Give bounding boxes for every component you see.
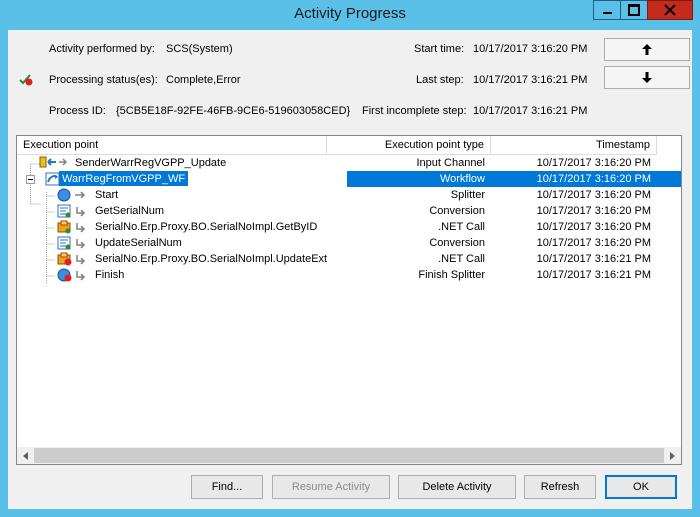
- previous-step-button[interactable]: [604, 38, 690, 61]
- scroll-left-button[interactable]: [17, 447, 34, 464]
- chevron-left-icon: [23, 451, 28, 460]
- performed-by-label: Activity performed by:: [49, 43, 155, 55]
- execution-point-type: .NET Call: [438, 253, 485, 265]
- execution-point-name: WarrRegFromVGPP_WF: [59, 171, 189, 186]
- list-row[interactable]: SenderWarrRegVGPP_Update Input Channel 10/…: [17, 155, 681, 171]
- last-step-value: 10/17/2017 3:16:21 PM: [473, 74, 588, 86]
- execution-point-type: Input Channel: [416, 157, 486, 169]
- list-row[interactable]: WarrRegFromVGPP_WF Workflow 10/17/2017 3:1…: [17, 171, 681, 187]
- execution-point-type: .NET Call: [438, 221, 485, 233]
- next-step-button[interactable]: [604, 66, 690, 89]
- execution-point-type: Workflow: [439, 173, 485, 185]
- process-id-label: Process ID:: [49, 105, 106, 117]
- list-row[interactable]: SerialNo.Erp.Proxy.BO.SerialNoImpl.Updat…: [17, 251, 681, 267]
- refresh-button[interactable]: Refresh: [524, 475, 596, 499]
- execution-point-timestamp: 10/17/2017 3:16:20 PM: [536, 221, 651, 233]
- status-check-error-icon: [19, 74, 33, 86]
- execution-point-name: SenderWarrRegVGPP_Update: [75, 157, 227, 169]
- column-header-execution-point[interactable]: Execution point: [17, 136, 327, 155]
- resume-activity-button[interactable]: Resume Activity: [272, 475, 390, 499]
- execution-point-timestamp: 10/17/2017 3:16:20 PM: [536, 157, 651, 169]
- first-incomplete-value: 10/17/2017 3:16:21 PM: [473, 105, 588, 117]
- column-header-execution-point-type[interactable]: Execution point type: [327, 136, 491, 155]
- ok-button[interactable]: OK: [605, 475, 677, 499]
- execution-points-list[interactable]: Execution point Execution point type Tim…: [16, 135, 682, 465]
- execution-point-type: Finish Splitter: [418, 269, 485, 281]
- execution-point-name: UpdateSerialNum: [95, 237, 182, 249]
- process-id-value: {5CB5E18F-92FE-46FB-9CE6-519603058CED}: [116, 105, 351, 117]
- activity-progress-window: Activity Progress Activity performed by:…: [0, 0, 700, 517]
- start-time-label: Start time:: [414, 43, 465, 55]
- minimize-icon: [602, 12, 612, 14]
- list-row[interactable]: GetSerialNum Conversion 10/17/2017 3:16:20…: [17, 203, 681, 219]
- execution-point-timestamp: 10/17/2017 3:16:20 PM: [536, 189, 651, 201]
- close-icon: [664, 4, 676, 16]
- performed-by-value: SCS(System): [166, 43, 233, 55]
- execution-point-timestamp: 10/17/2017 3:16:20 PM: [536, 205, 651, 217]
- start-time-value: 10/17/2017 3:16:20 PM: [473, 43, 588, 55]
- column-header-timestamp[interactable]: Timestamp: [491, 136, 657, 155]
- first-incomplete-label: First incomplete step:: [362, 105, 467, 117]
- finish-splitter-error-icon: [57, 268, 87, 285]
- list-row[interactable]: Finish Finish Splitter 10/17/2017 3:16:21 …: [17, 267, 681, 283]
- chevron-right-icon: [670, 451, 675, 460]
- arrow-down-icon: [642, 72, 652, 83]
- title-bar[interactable]: Activity Progress: [0, 0, 700, 28]
- scroll-thumb[interactable]: [34, 448, 664, 463]
- execution-point-name: SerialNo.Erp.Proxy.BO.SerialNoImpl.Updat…: [95, 253, 328, 265]
- execution-point-timestamp: 10/17/2017 3:16:21 PM: [536, 253, 651, 265]
- execution-point-type: Conversion: [429, 205, 485, 217]
- list-row[interactable]: Start Splitter 10/17/2017 3:16:20 PM: [17, 187, 681, 203]
- execution-point-name: SerialNo.Erp.Proxy.BO.SerialNoImpl.GetBy…: [95, 221, 318, 233]
- input-channel-icon: [39, 156, 69, 172]
- execution-point-type: Conversion: [429, 237, 485, 249]
- maximize-icon: [628, 4, 640, 16]
- arrow-up-icon: [642, 44, 652, 55]
- execution-point-type: Splitter: [450, 189, 485, 201]
- execution-point-timestamp: 10/17/2017 3:16:20 PM: [536, 173, 651, 185]
- delete-activity-button[interactable]: Delete Activity: [398, 475, 516, 499]
- execution-point-timestamp: 10/17/2017 3:16:21 PM: [536, 269, 651, 281]
- find-button[interactable]: Find...: [191, 475, 263, 499]
- status-label: Processing status(es):: [49, 74, 158, 86]
- execution-point-timestamp: 10/17/2017 3:16:20 PM: [536, 237, 651, 249]
- close-button[interactable]: [647, 0, 693, 20]
- list-row[interactable]: UpdateSerialNum Conversion 10/17/2017 3:16…: [17, 235, 681, 251]
- execution-point-name: Finish: [95, 269, 125, 281]
- status-value: Complete,Error: [166, 74, 241, 86]
- horizontal-scrollbar[interactable]: [17, 447, 681, 464]
- last-step-label: Last step:: [416, 74, 464, 86]
- scroll-right-button[interactable]: [664, 447, 681, 464]
- maximize-button[interactable]: [620, 0, 648, 20]
- minimize-button[interactable]: [593, 0, 621, 20]
- list-row[interactable]: SerialNo.Erp.Proxy.BO.SerialNoImpl.GetBy…: [17, 219, 681, 235]
- dialog-body: Activity performed by: SCS(System) Proce…: [8, 30, 692, 509]
- execution-point-name: Start: [95, 189, 119, 201]
- execution-point-name: GetSerialNum: [95, 205, 165, 217]
